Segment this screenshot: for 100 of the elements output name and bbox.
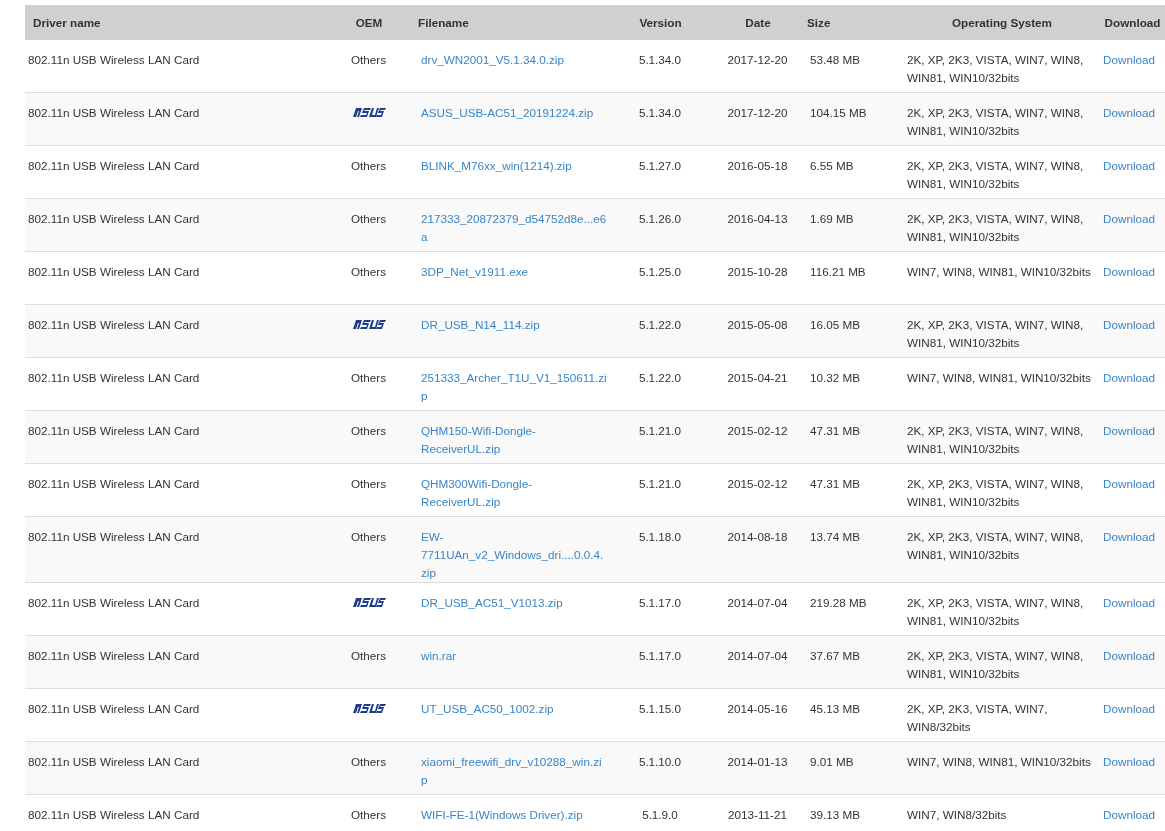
filename-link[interactable]: win.rar [421,647,608,665]
filename-link[interactable]: WIFI-FE-1(Windows Driver).zip [421,806,608,824]
date-text: 2016-05-18 [727,159,788,172]
date-text: 2016-04-13 [727,212,788,225]
size-text: 10.32 MB [810,371,861,384]
column-header: Date [744,16,772,29]
os-text: 2K, XP, 2K3, VISTA, WIN7, WIN8, WIN81, WIN10/32bits [907,53,1084,84]
os-text: 2K, XP, 2K3, VISTA, WIN7, WIN8/32bits [907,702,1048,733]
size-text: 16.05 MB [810,318,861,331]
version-text: 5.1.22.0 [638,318,682,331]
version-text: 5.1.18.0 [638,530,682,543]
version-text: 5.1.10.0 [638,755,682,768]
driver-name: 802.11n USB Wireless LAN Card [28,477,200,490]
download-link[interactable]: Download [1103,753,1161,771]
download-link[interactable]: Download [1103,104,1161,122]
filename-link[interactable]: 217333_20872379_d54752d8e...e6a [421,210,608,246]
date-text: 2015-05-08 [727,318,788,331]
oem-name: Others [350,371,387,384]
filename-link[interactable]: DR_USB_N14_114.zip [421,316,608,334]
filename-link[interactable]: 251333_Archer_T1U_V1_150611.zip [421,369,608,405]
date-text: 2014-08-18 [727,530,788,543]
version-text: 5.1.21.0 [638,477,682,490]
oem-name: Others [350,159,387,172]
oem-name: Others [350,649,387,662]
os-text: WIN7, WIN8, WIN81, WIN10/32bits [907,371,1091,384]
size-text: 104.15 MB [810,106,867,119]
os-text: 2K, XP, 2K3, VISTA, WIN7, WIN8, WIN81, WIN10/32bits [907,477,1084,508]
driver-name: 802.11n USB Wireless LAN Card [28,649,200,662]
filename-link[interactable]: EW-7711UAn_v2_Windows_dri....0.0.4.zip [421,528,608,582]
column-header: OEM [354,16,384,29]
driver-name: 802.11n USB Wireless LAN Card [28,159,200,172]
driver-name: 802.11n USB Wireless LAN Card [28,265,200,278]
filename-link[interactable]: QHM150-Wifi-Dongle-ReceiverUL.zip [421,422,608,458]
oem-name: Others [350,477,387,490]
oem-name: Others [350,424,387,437]
download-link[interactable]: Download [1103,806,1161,824]
os-text: WIN7, WIN8/32bits [907,808,1007,821]
date-text: 2017-12-20 [727,53,788,66]
date-text: 2013-11-21 [728,808,787,821]
os-text: 2K, XP, 2K3, VISTA, WIN7, WIN8, WIN81, WIN10/32bits [907,649,1084,680]
download-link[interactable]: Download [1103,475,1161,493]
date-text: 2015-10-28 [727,265,788,278]
download-link[interactable]: Download [1103,157,1161,175]
version-text: 5.1.17.0 [638,596,682,609]
column-header: Driver name [32,16,102,29]
filename-link[interactable]: BLINK_M76xx_win(1214).zip [421,157,608,175]
column-header: Size [807,16,832,29]
download-link[interactable]: Download [1103,316,1161,334]
date-text: 2015-04-21 [727,371,788,384]
filename-link[interactable]: ASUS_USB-AC51_20191224.zip [421,104,608,122]
version-text: 5.1.34.0 [638,53,682,66]
oem-name: Others [350,808,387,821]
size-text: 13.74 MB [810,530,861,543]
os-text: 2K, XP, 2K3, VISTA, WIN7, WIN8, WIN81, WIN10/32bits [907,159,1084,190]
version-text: 5.1.27.0 [638,159,682,172]
brand-logo-icon [351,598,386,607]
filename-link[interactable]: drv_WN2001_V5.1.34.0.zip [421,51,608,69]
driver-name: 802.11n USB Wireless LAN Card [28,702,200,715]
filename-link[interactable]: DR_USB_AC51_V1013.zip [421,594,608,612]
version-text: 5.1.34.0 [638,106,682,119]
driver-name: 802.11n USB Wireless LAN Card [28,530,200,543]
version-text: 5.1.15.0 [638,702,682,715]
version-text: 5.1.21.0 [638,424,682,437]
download-link[interactable]: Download [1103,594,1161,612]
download-link[interactable]: Download [1103,700,1161,718]
size-text: 53.48 MB [810,53,861,66]
version-text: 5.1.22.0 [638,371,682,384]
filename-link[interactable]: QHM300Wifi-Dongle-ReceiverUL.zip [421,475,608,511]
download-link[interactable]: Download [1103,528,1161,546]
date-text: 2015-02-12 [727,477,788,490]
download-link[interactable]: Download [1103,263,1161,281]
download-link[interactable]: Download [1103,422,1161,440]
download-link[interactable]: Download [1103,51,1161,69]
driver-name: 802.11n USB Wireless LAN Card [28,53,200,66]
driver-name: 802.11n USB Wireless LAN Card [28,371,200,384]
driver-name: 802.11n USB Wireless LAN Card [28,318,200,331]
download-link[interactable]: Download [1103,210,1161,228]
os-text: WIN7, WIN8, WIN81, WIN10/32bits [907,755,1091,768]
size-text: 47.31 MB [810,477,861,490]
oem-name: Others [350,265,387,278]
os-text: 2K, XP, 2K3, VISTA, WIN7, WIN8, WIN81, WIN10/32bits [907,530,1084,561]
version-text: 5.1.25.0 [638,265,682,278]
version-text: 5.1.9.0 [642,808,678,821]
size-text: 1.69 MB [810,212,854,225]
filename-link[interactable]: UT_USB_AC50_1002.zip [421,700,608,718]
version-text: 5.1.17.0 [638,649,682,662]
os-text: 2K, XP, 2K3, VISTA, WIN7, WIN8, WIN81, WIN10/32bits [907,318,1084,349]
size-text: 116.21 MB [810,265,866,278]
brand-logo-icon [351,108,386,117]
brand-logo-icon [351,320,386,329]
filename-link[interactable]: 3DP_Net_v1911.exe [421,263,608,281]
date-text: 2014-05-16 [727,702,788,715]
date-text: 2017-12-20 [727,106,788,119]
column-header: Version [638,16,683,29]
oem-name: Others [350,530,387,543]
size-text: 45.13 MB [810,702,861,715]
download-link[interactable]: Download [1103,647,1161,665]
download-link[interactable]: Download [1103,369,1161,387]
filename-link[interactable]: xiaomi_freewifi_drv_v10288_win.zip [421,753,608,789]
driver-name: 802.11n USB Wireless LAN Card [28,808,200,821]
